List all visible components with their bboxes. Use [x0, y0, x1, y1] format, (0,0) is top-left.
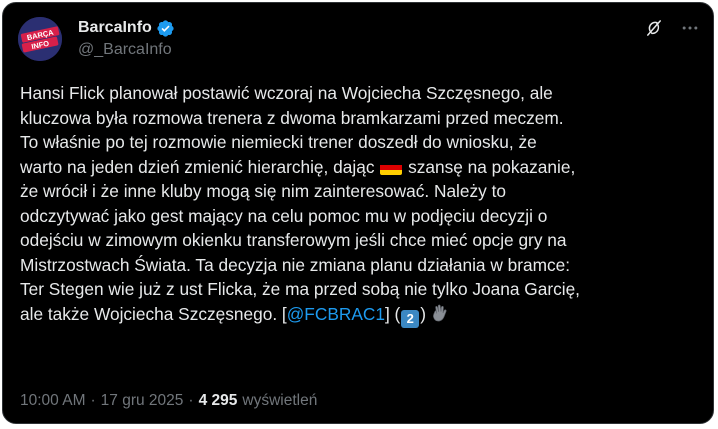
tweet-meta: 10:00 AM · 17 gru 2025 · 4 295 wyświetle… — [20, 392, 317, 410]
more-options-icon[interactable] — [679, 17, 701, 39]
author-display-name[interactable]: BarcaInfo — [78, 19, 152, 37]
tweet-line: że wrócił i że inne kluby mogą się nim z… — [20, 181, 507, 201]
tweet-line-segment: szansę na pokazanie, — [408, 156, 576, 177]
meta-separator: · — [188, 392, 194, 409]
meta-separator: · — [90, 392, 96, 409]
tweet-card: BARÇA INFO BarcaInfo @_BarcaInfo Hansi F… — [2, 2, 714, 424]
tweet-time[interactable]: 10:00 AM — [20, 392, 86, 410]
author-name-row: BarcaInfo — [78, 18, 175, 38]
avatar[interactable]: BARÇA INFO — [18, 17, 62, 61]
verified-badge-icon[interactable] — [156, 19, 175, 38]
tweet-line: Hansi Flick planował postawić wczoraj na… — [20, 83, 553, 103]
tweet-line: Mistrzostwach Świata. Ta decyzja nie zmi… — [20, 254, 571, 275]
mention-link[interactable]: @FCBRAC1 — [287, 304, 385, 324]
tweet-line-segment: ) — [420, 303, 427, 324]
german-flag-icon — [380, 159, 403, 175]
views-label: wyświetleń — [242, 392, 318, 409]
grok-icon[interactable] — [643, 17, 665, 39]
top-actions — [643, 17, 701, 39]
author-handle[interactable]: @_BarcaInfo — [78, 41, 172, 59]
tweet-text: Hansi Flick planował postawić wczoraj na… — [20, 81, 706, 328]
barcainfo-logo-icon: BARÇA INFO — [18, 17, 62, 61]
tweet-line: odejściu w zimowym okienku transferowym … — [20, 230, 567, 250]
tweet-line: To właśnie po tej rozmowie niemiecki tre… — [20, 132, 537, 152]
tweet-line-segment: ] ( — [384, 303, 401, 324]
tweet-line: ale także Wojciecha Szczęsnego. [@FCBRAC… — [20, 302, 706, 328]
keycap-2-icon: 2 — [401, 309, 420, 328]
tweet-line-segment: warto na jeden dzień zmienić hierarchię,… — [20, 156, 375, 177]
tweet-date[interactable]: 17 gru 2025 — [101, 392, 184, 410]
tweet-line: odczytywać jako gest mający na celu pomo… — [20, 205, 548, 226]
tweet-line: warto na jeden dzień zmienić hierarchię,… — [20, 155, 706, 180]
tweet-line: Ter Stegen wie już z ust Flicka, że ma p… — [20, 279, 580, 299]
tweet-line: kluczowa była rozmowa trenera z dwoma br… — [20, 107, 564, 128]
views-count: 4 295 — [198, 392, 238, 409]
waving-hand-icon — [433, 304, 447, 321]
tweet-line-segment: ale także Wojciecha Szczęsnego. [ — [20, 303, 287, 324]
